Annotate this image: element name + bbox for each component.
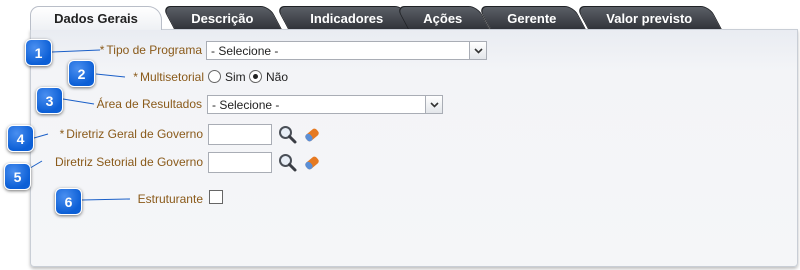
tab-dados-gerais[interactable]: Dados Gerais [30, 6, 162, 30]
callout-3: 3 [36, 87, 63, 114]
callout-line-6 [81, 198, 131, 201]
callout-1: 1 [25, 39, 52, 66]
callout-lines [19, 49, 131, 201]
callout-2: 2 [68, 60, 95, 87]
callout-line-1 [51, 49, 101, 53]
callout-6: 6 [55, 188, 82, 215]
callout-4: 4 [7, 125, 34, 152]
callout-line-4 [33, 133, 49, 139]
callout-line-3 [62, 98, 95, 105]
callout-line-2 [95, 73, 126, 78]
callout-5: 5 [4, 163, 31, 190]
